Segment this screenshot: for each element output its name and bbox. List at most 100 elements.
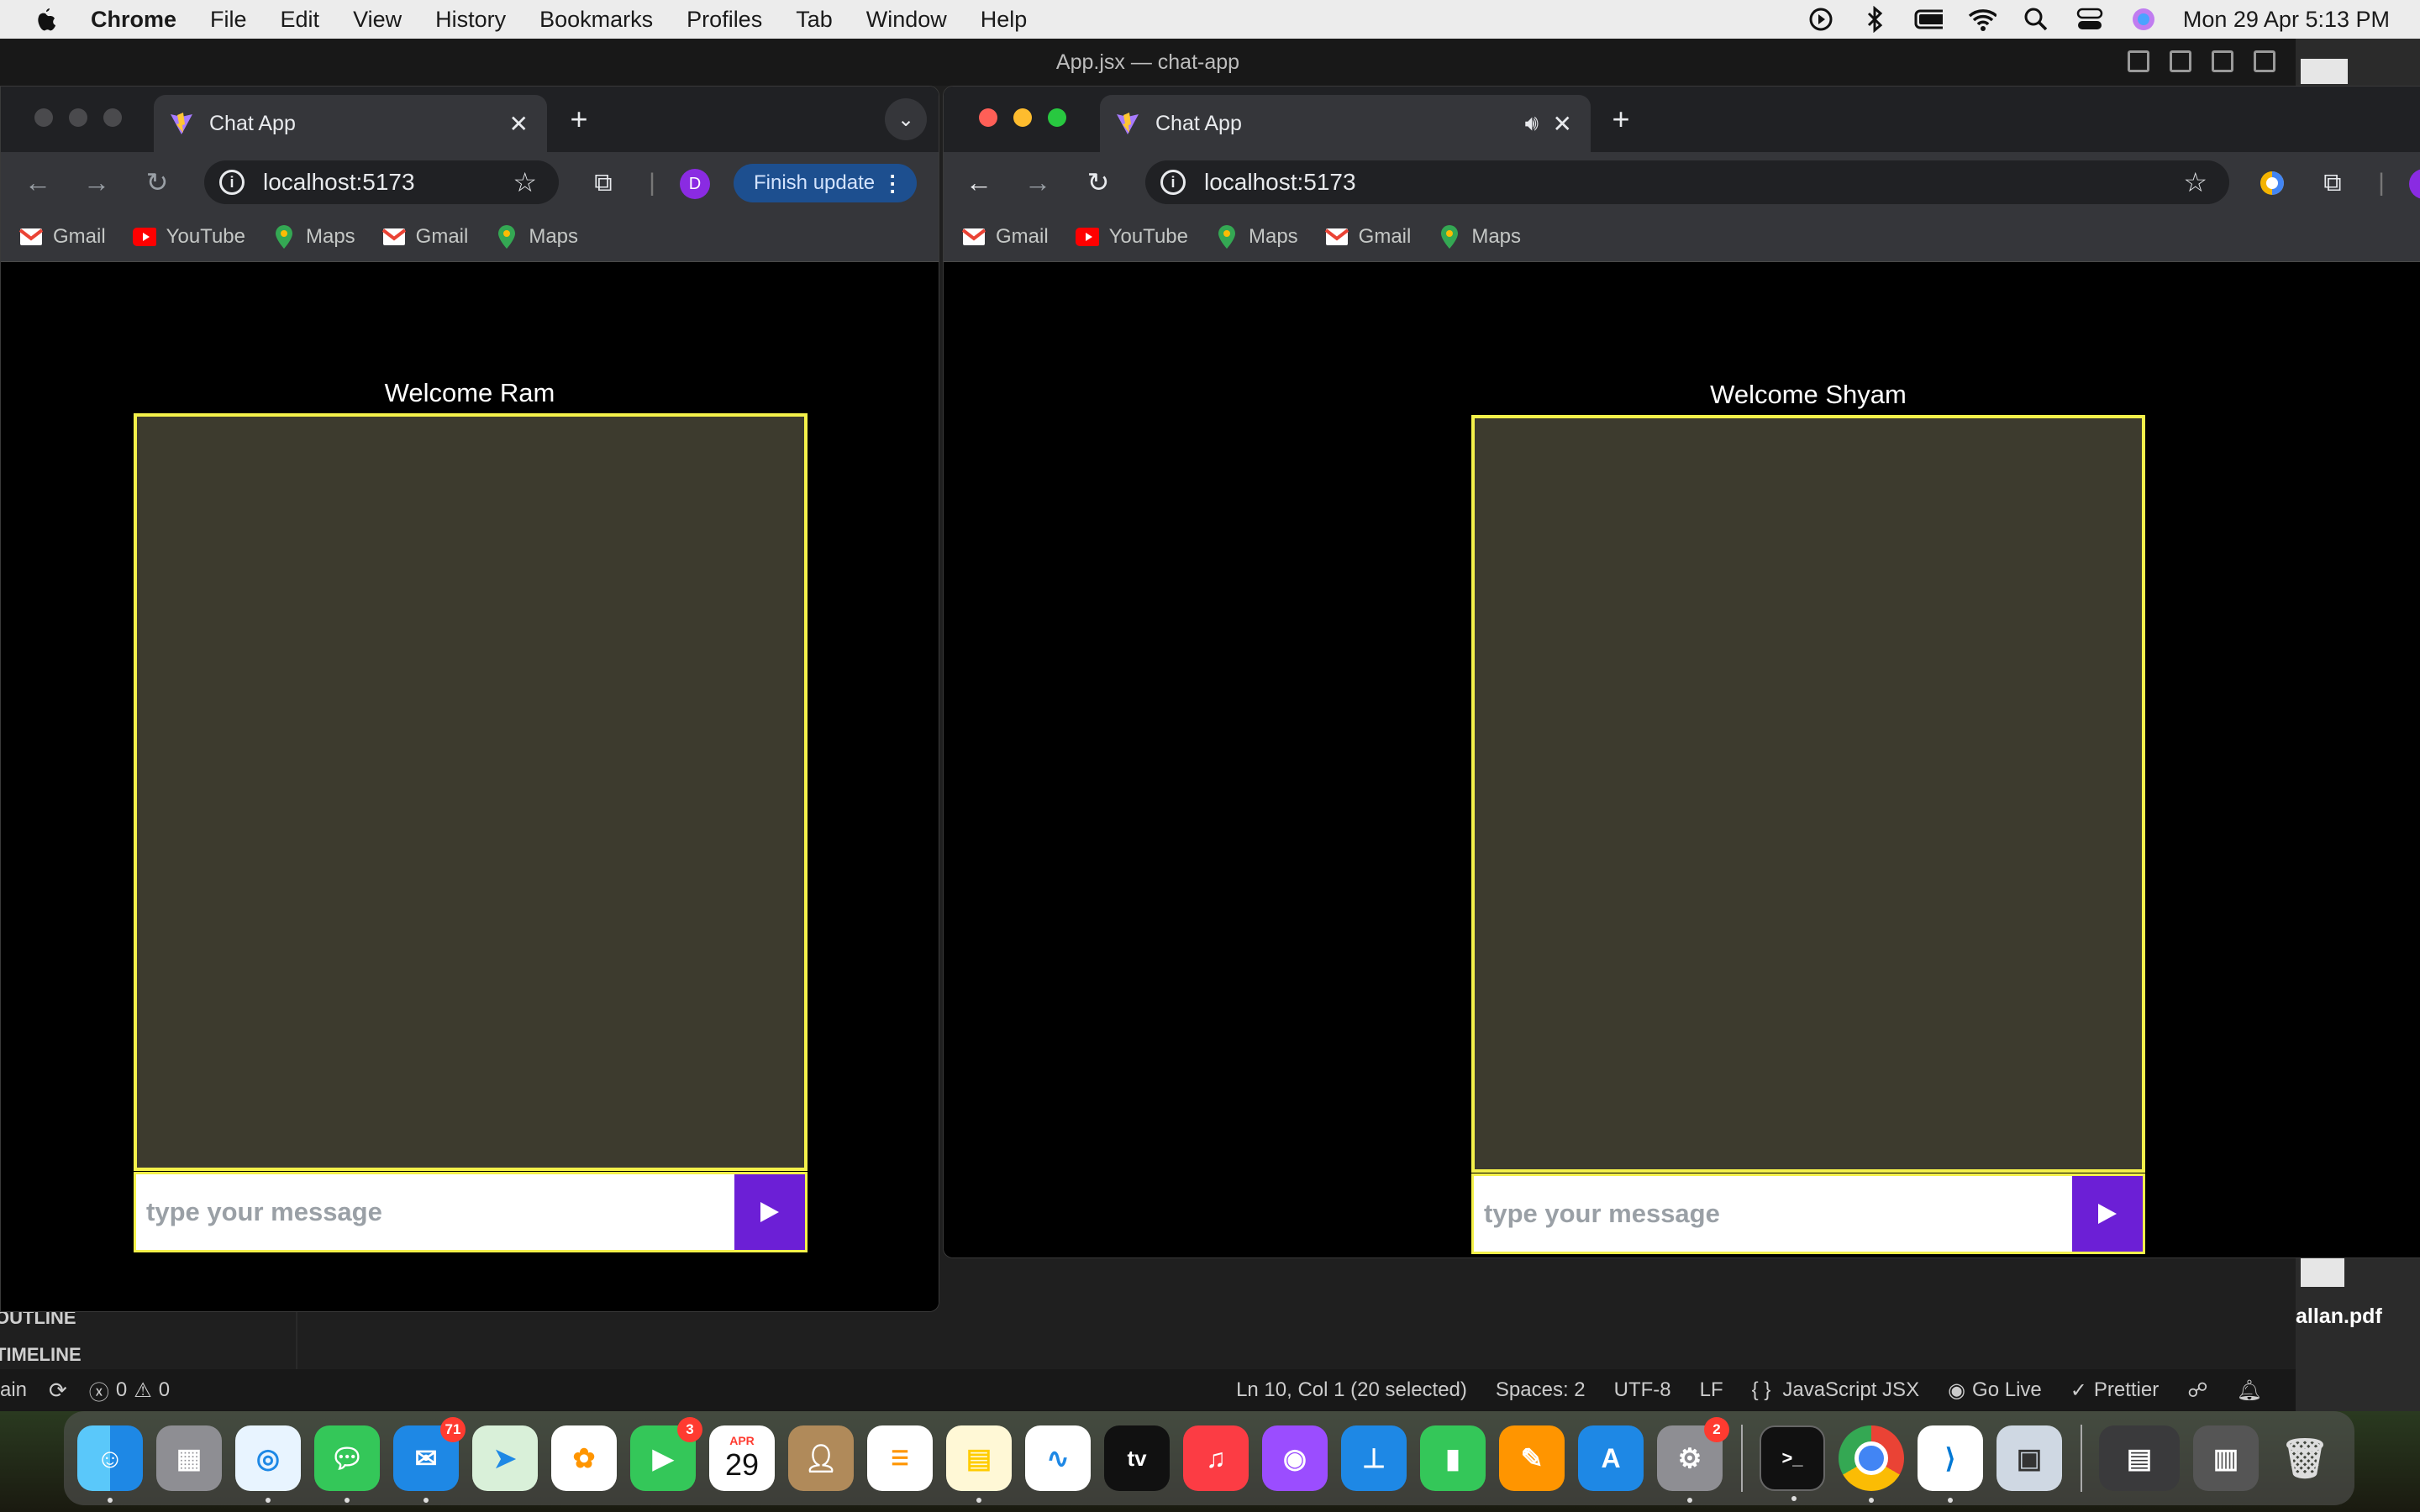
status-encoding[interactable]: UTF-8 — [1614, 1378, 1671, 1402]
menu-app-name[interactable]: Chrome — [91, 7, 176, 33]
bookmark-gmail[interactable]: Gmail — [962, 225, 1049, 249]
downloads-stack-icon[interactable]: ▤ — [2099, 1425, 2180, 1491]
bookmark-gmail-2[interactable]: Gmail — [1324, 225, 1411, 249]
status-cursor-position[interactable]: Ln 10, Col 1 (20 selected) — [1236, 1378, 1467, 1402]
back-arrow-icon[interactable]: ← — [964, 167, 994, 197]
kebab-menu-icon[interactable]: ⋮ — [881, 171, 903, 197]
extensions-puzzle-icon[interactable]: ⧉ — [2317, 167, 2349, 199]
bookmark-youtube[interactable]: YouTube — [1075, 225, 1188, 249]
status-indentation[interactable]: Spaces: 2 — [1496, 1378, 1586, 1402]
new-tab-button[interactable]: + — [1604, 102, 1638, 137]
feedback-icon[interactable]: ☍ — [2187, 1378, 2207, 1403]
toggle-panel-icon[interactable] — [2170, 50, 2191, 72]
menu-help[interactable]: Help — [981, 7, 1028, 33]
send-button[interactable] — [734, 1174, 805, 1250]
spotlight-search-icon[interactable] — [2022, 5, 2050, 34]
tab-close-icon[interactable]: ✕ — [509, 110, 529, 138]
send-button[interactable] — [2072, 1176, 2143, 1252]
pages-icon[interactable]: ✎ — [1499, 1425, 1565, 1491]
profile-avatar[interactable] — [2409, 169, 2420, 199]
podcasts-icon[interactable]: ◉ — [1262, 1425, 1328, 1491]
reload-icon[interactable]: ↻ — [1083, 167, 1113, 197]
close-window-button[interactable] — [34, 108, 53, 127]
messages-icon[interactable]: 💬︎ — [314, 1425, 380, 1503]
music-icon[interactable]: ♫ — [1183, 1425, 1249, 1491]
sync-icon[interactable]: ⟳ — [49, 1378, 67, 1404]
bluetooth-icon[interactable] — [1860, 5, 1889, 34]
tab-chat-app[interactable]: Chat App 🔊︎ ✕ — [1100, 95, 1591, 152]
trash-icon[interactable]: 🗑︎ — [2272, 1425, 2338, 1491]
menu-file[interactable]: File — [210, 7, 247, 33]
problems-indicator[interactable]: ⓧ 0 ⚠ 0 — [89, 1376, 170, 1405]
contacts-icon[interactable]: 👤︎ — [788, 1425, 854, 1491]
play-status-icon[interactable] — [1807, 5, 1835, 34]
photos-icon[interactable]: ✿ — [551, 1425, 617, 1491]
close-window-button[interactable] — [979, 108, 997, 127]
zoom-window-button[interactable] — [103, 108, 122, 127]
desktop-file-label[interactable]: allan.pdf — [2296, 1305, 2382, 1329]
back-arrow-icon[interactable]: ← — [23, 167, 53, 197]
bookmark-star-icon[interactable]: ☆ — [513, 166, 537, 198]
minimize-window-button[interactable] — [69, 108, 87, 127]
menu-view[interactable]: View — [353, 7, 402, 33]
forward-arrow-icon[interactable]: → — [82, 167, 112, 197]
finish-update-button[interactable]: Finish update ⋮ — [734, 164, 918, 202]
maps-icon[interactable]: ➤ — [472, 1425, 538, 1491]
wifi-icon[interactable] — [1968, 5, 1996, 34]
bookmark-maps-2[interactable]: Maps — [1438, 225, 1521, 249]
bookmark-gmail[interactable]: Gmail — [19, 225, 106, 249]
status-eol[interactable]: LF — [1700, 1378, 1723, 1402]
color-extension-icon[interactable] — [2256, 167, 2288, 199]
notifications-bell-icon[interactable]: 🔔︎ — [2237, 1378, 2262, 1403]
bookmark-youtube[interactable]: YouTube — [132, 225, 245, 249]
menu-bookmarks[interactable]: Bookmarks — [539, 7, 653, 33]
status-language[interactable]: { } JavaScript JSX — [1752, 1378, 1919, 1402]
menu-profiles[interactable]: Profiles — [687, 7, 762, 33]
site-info-icon[interactable]: i — [219, 170, 245, 195]
bookmark-maps-2[interactable]: Maps — [495, 225, 578, 249]
system-settings-gear-icon[interactable]: ⚙ 2 — [1657, 1417, 1729, 1503]
finder-icon[interactable]: ☺ — [77, 1425, 143, 1503]
reload-icon[interactable]: ↻ — [142, 167, 172, 197]
desktop-file-thumb-top[interactable] — [2301, 59, 2348, 84]
vscode-icon[interactable]: ⟩ — [1918, 1425, 1983, 1503]
message-input[interactable] — [136, 1174, 734, 1250]
site-info-icon[interactable]: i — [1160, 170, 1186, 195]
bookmark-gmail-2[interactable]: Gmail — [381, 225, 468, 249]
bookmark-maps[interactable]: Maps — [1215, 225, 1298, 249]
tab-close-icon[interactable]: ✕ — [1553, 110, 1572, 138]
bookmark-star-icon[interactable]: ☆ — [2183, 166, 2207, 198]
safari-compass-icon[interactable]: ◎ — [235, 1425, 301, 1503]
battery-icon[interactable] — [1914, 5, 1943, 34]
tab-search-chevron-icon[interactable]: ⌄ — [885, 98, 927, 140]
address-bar[interactable]: i localhost:5173 ☆ — [1145, 160, 2229, 204]
bookmark-maps[interactable]: Maps — [272, 225, 355, 249]
status-prettier[interactable]: ✓ Prettier — [2070, 1378, 2159, 1403]
forward-arrow-icon[interactable]: → — [1023, 167, 1053, 197]
menu-tab[interactable]: Tab — [796, 7, 833, 33]
menu-edit[interactable]: Edit — [281, 7, 320, 33]
app-store-icon[interactable]: A — [1578, 1425, 1644, 1491]
status-golive[interactable]: ◉ Go Live — [1948, 1378, 2042, 1403]
new-tab-button[interactable]: + — [562, 102, 596, 137]
toggle-secondary-sidebar-icon[interactable] — [2212, 50, 2233, 72]
siri-icon[interactable] — [2129, 5, 2158, 34]
chrome-icon[interactable] — [1839, 1425, 1904, 1503]
profile-avatar[interactable]: D — [680, 169, 710, 199]
freeform-icon[interactable]: ∿ — [1025, 1425, 1091, 1491]
documents-stack-icon[interactable]: ▥ — [2193, 1425, 2259, 1491]
desktop-file-thumb[interactable] — [2301, 1257, 2344, 1287]
facetime-icon[interactable]: ▶ 3 — [630, 1417, 702, 1491]
launchpad-icon[interactable]: ▦ — [156, 1425, 222, 1491]
status-branch[interactable]: ain — [0, 1378, 27, 1402]
numbers-icon[interactable]: ▮ — [1420, 1425, 1486, 1491]
zoom-window-button[interactable] — [1048, 108, 1066, 127]
keynote-icon[interactable]: ⊥ — [1341, 1425, 1407, 1491]
terminal-icon[interactable]: >_ — [1760, 1425, 1825, 1501]
apple-menu-icon[interactable] — [32, 4, 59, 34]
menu-window[interactable]: Window — [866, 7, 947, 33]
message-input[interactable] — [1474, 1176, 2072, 1252]
address-bar[interactable]: i localhost:5173 ☆ — [204, 160, 559, 204]
apple-tv-icon[interactable]: tv — [1104, 1425, 1170, 1491]
menubar-datetime[interactable]: Mon 29 Apr 5:13 PM — [2183, 7, 2390, 33]
